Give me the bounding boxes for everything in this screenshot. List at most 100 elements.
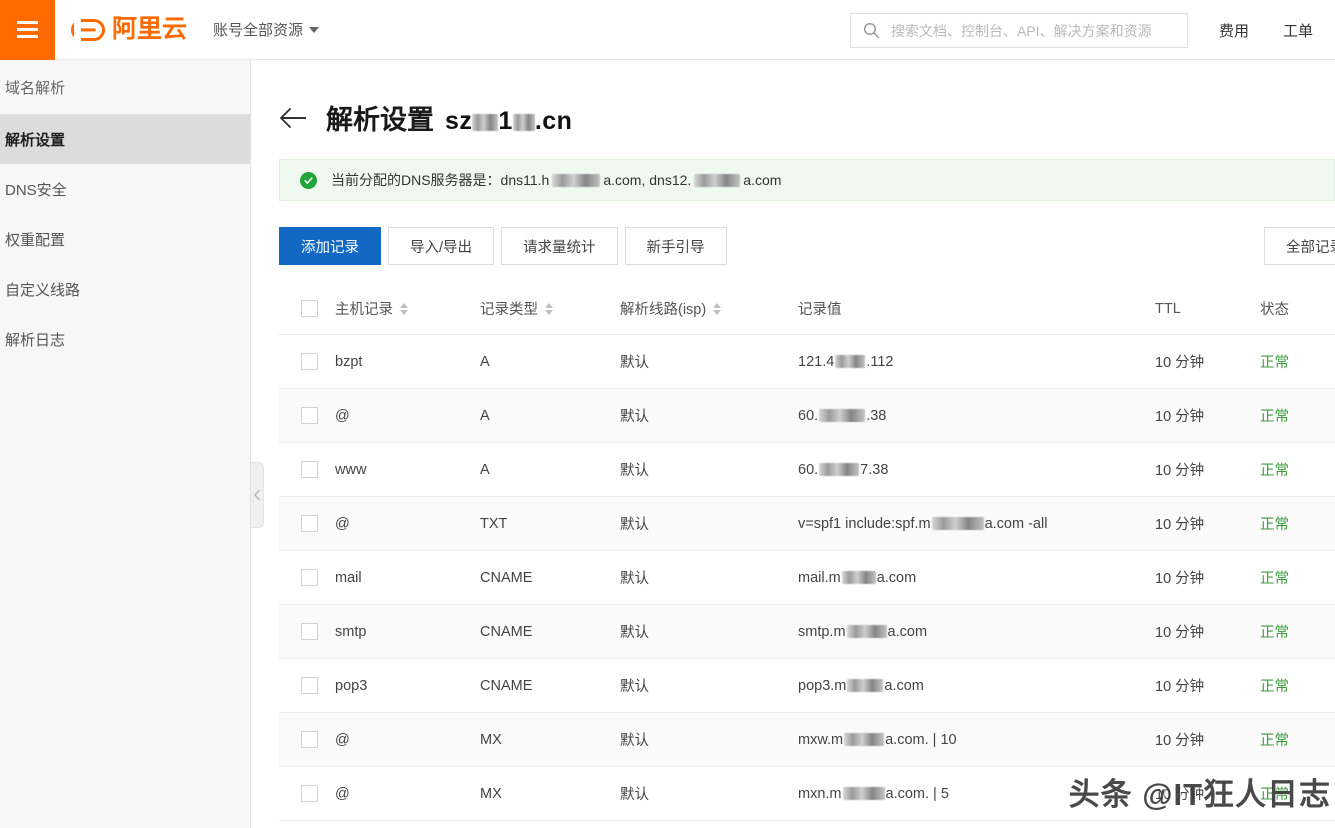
- cell-value: pop3.m a.com: [798, 678, 1155, 694]
- cell-line: 默认: [620, 409, 649, 425]
- dns-records-table: 主机记录 记录类型 解析线路(isp) 记录值 TTL 状态 bzpt A 默认 12…: [279, 283, 1335, 821]
- domain-prefix: sz: [445, 107, 473, 135]
- table-row[interactable]: www A 默认 60. 7.38 10 分钟 正常: [279, 443, 1335, 497]
- table-row[interactable]: @ MX 默认 mxw.m a.com. | 10 10 分钟 正常: [279, 713, 1335, 767]
- row-select-cell: [279, 569, 335, 586]
- sort-icon-line[interactable]: [713, 302, 722, 315]
- cell-status: 正常: [1260, 517, 1289, 533]
- sidebar-item-weight-config[interactable]: 权重配置: [0, 214, 250, 264]
- top-header-bar: 阿里云 账号全部资源 费用 工单: [0, 0, 1335, 60]
- table-row[interactable]: @ A 默认 60. .38 10 分钟 正常: [279, 389, 1335, 443]
- cell-value-suffix: a.com. | 10: [885, 731, 957, 748]
- request-stats-button[interactable]: 请求量统计: [501, 227, 618, 265]
- cell-type: CNAME: [480, 623, 533, 640]
- row-checkbox[interactable]: [301, 623, 318, 640]
- table-row[interactable]: @ TXT 默认 v=spf1 include:spf.m a.com -all 10 分…: [279, 497, 1335, 551]
- add-record-button[interactable]: 添加记录: [279, 227, 381, 265]
- cell-ttl: 10 分钟: [1155, 463, 1205, 479]
- column-header-value: 记录值: [798, 302, 842, 318]
- select-all-checkbox[interactable]: [301, 300, 318, 317]
- sort-icon-host[interactable]: [400, 302, 408, 315]
- global-search[interactable]: [850, 13, 1188, 48]
- cell-host: @: [335, 731, 350, 748]
- cell-ttl: 10 分钟: [1155, 571, 1205, 587]
- cell-value-redaction: [847, 679, 884, 693]
- notice-redaction-1: [552, 173, 601, 187]
- arrow-left-icon[interactable]: [279, 107, 309, 129]
- row-checkbox[interactable]: [301, 569, 318, 586]
- cell-host: mail: [335, 569, 362, 586]
- sidebar-item-resolve-settings[interactable]: 解析设置: [0, 114, 250, 164]
- cell-host: pop3: [335, 677, 368, 694]
- cell-ttl: 10 分钟: [1155, 733, 1205, 749]
- cell-status: 正常: [1260, 733, 1289, 749]
- cell-value-prefix: mxn.m: [798, 785, 842, 802]
- sidebar-item-dns-security[interactable]: DNS安全: [0, 164, 250, 214]
- hamburger-icon[interactable]: [0, 0, 55, 60]
- cell-value-prefix: mail.m: [798, 569, 841, 586]
- cell-line: 默认: [620, 517, 649, 533]
- cell-value-prefix: 60.: [798, 461, 819, 478]
- cell-value-redaction: [931, 517, 984, 531]
- table-body: bzpt A 默认 121.4.112 10 分钟 正常 @ A 默认 60. .38 10 分钟 正常…: [279, 335, 1335, 821]
- sidebar-section-title: 域名解析: [5, 79, 66, 97]
- sidebar-item-custom-line[interactable]: 自定义线路: [0, 264, 250, 314]
- cell-type: CNAME: [480, 569, 533, 586]
- cell-type: MX: [480, 785, 502, 802]
- account-scope-selector[interactable]: 账号全部资源: [213, 19, 320, 40]
- notice-mid: a.com, dns12.: [603, 172, 692, 188]
- page-header: 解析设置 sz 1 .cn: [252, 60, 1335, 137]
- all-records-filter-button[interactable]: 全部记录: [1264, 227, 1335, 265]
- cell-value-suffix: a.com -all: [984, 515, 1048, 532]
- row-checkbox[interactable]: [301, 515, 318, 532]
- sidebar: 域名解析 解析设置 DNS安全 权重配置 自定义线路 解析日志: [0, 60, 251, 828]
- sort-icon-type[interactable]: [545, 302, 553, 315]
- row-checkbox[interactable]: [301, 407, 318, 424]
- page-title-label: 解析设置: [326, 105, 434, 135]
- table-row[interactable]: smtp CNAME 默认 smtp.m a.com 10 分钟 正常: [279, 605, 1335, 659]
- cell-value: v=spf1 include:spf.m a.com -all: [798, 516, 1155, 532]
- search-icon: [863, 22, 880, 39]
- sidebar-item-resolve-log[interactable]: 解析日志: [0, 314, 250, 364]
- table-header-row: 主机记录 记录类型 解析线路(isp) 记录值 TTL 状态: [279, 283, 1335, 335]
- domain-name: sz 1 .cn: [445, 107, 572, 136]
- cell-value-redaction: [819, 463, 860, 477]
- row-checkbox[interactable]: [301, 677, 318, 694]
- check-circle-icon: [300, 171, 317, 189]
- row-checkbox[interactable]: [301, 461, 318, 478]
- domain-suffix: .cn: [534, 107, 573, 135]
- page-title: 解析设置 sz 1 .cn: [326, 98, 572, 137]
- table-row[interactable]: mail CNAME 默认 mail.m a.com 10 分钟 正常: [279, 551, 1335, 605]
- sidebar-collapse-handle[interactable]: [251, 462, 264, 528]
- search-input[interactable]: [889, 21, 1175, 40]
- row-select-cell: [279, 785, 335, 802]
- table-row[interactable]: pop3 CNAME 默认 pop3.m a.com 10 分钟 正常: [279, 659, 1335, 713]
- row-select-cell: [279, 353, 335, 370]
- top-nav: 费用 工单: [1219, 0, 1313, 60]
- beginner-guide-button[interactable]: 新手引导: [624, 227, 727, 265]
- row-select-cell: [279, 515, 335, 532]
- column-header-line-label: 解析线路(isp): [620, 302, 707, 318]
- topnav-item-billing[interactable]: 费用: [1219, 20, 1249, 41]
- column-header-type[interactable]: 记录类型: [480, 298, 620, 319]
- column-header-line[interactable]: 解析线路(isp): [620, 298, 798, 319]
- cell-status: 正常: [1260, 355, 1289, 371]
- cell-value-suffix: .112: [866, 353, 894, 370]
- cell-value-prefix: mxw.m: [798, 731, 844, 748]
- cell-type: A: [480, 407, 490, 424]
- cell-value-redaction: [841, 571, 876, 585]
- row-select-cell: [279, 677, 335, 694]
- table-row[interactable]: @ MX 默认 mxn.m a.com. | 5 10 分钟 正常: [279, 767, 1335, 821]
- import-export-button[interactable]: 导入/导出: [388, 227, 495, 265]
- cell-type: CNAME: [480, 677, 533, 694]
- column-header-host[interactable]: 主机记录: [335, 298, 480, 319]
- row-checkbox[interactable]: [301, 731, 318, 748]
- cell-value: smtp.m a.com: [798, 624, 1155, 640]
- aliyun-logo[interactable]: 阿里云: [71, 17, 187, 47]
- cell-line: 默认: [620, 463, 649, 479]
- row-checkbox[interactable]: [301, 785, 318, 802]
- row-checkbox[interactable]: [301, 353, 318, 370]
- topnav-item-tickets[interactable]: 工单: [1283, 20, 1313, 41]
- table-row[interactable]: bzpt A 默认 121.4 .112 10 分钟 正常: [279, 335, 1335, 389]
- row-select-cell: [279, 407, 335, 424]
